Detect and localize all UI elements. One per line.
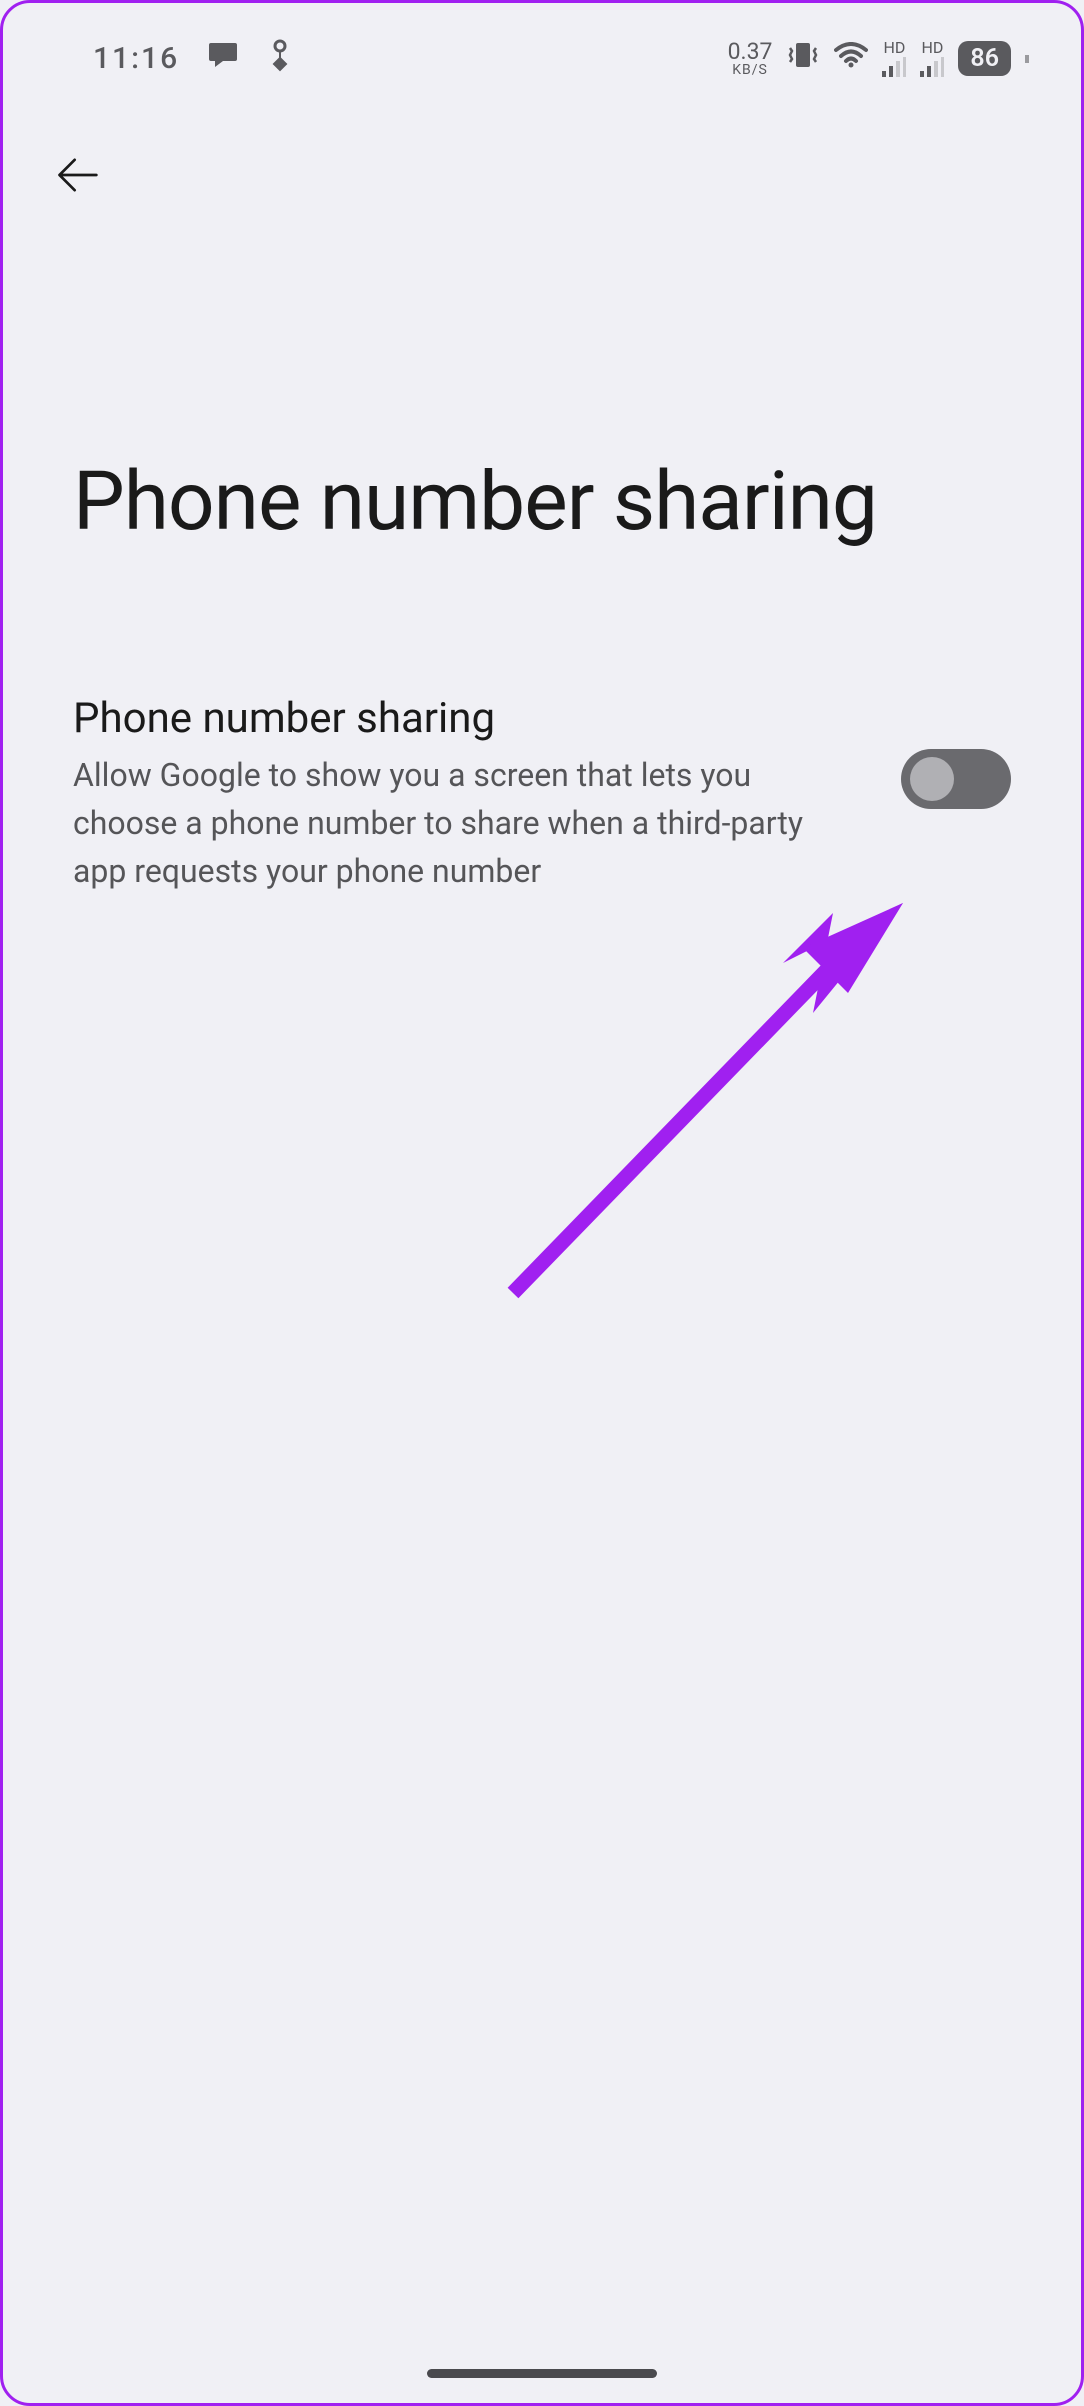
- vibrate-icon: [786, 40, 820, 77]
- signal-1: HD: [882, 40, 906, 77]
- battery-tip-icon: [1025, 52, 1031, 66]
- back-button[interactable]: [53, 149, 1031, 205]
- setting-description: Allow Google to show you a screen that l…: [73, 751, 861, 895]
- location-icon: [267, 38, 293, 79]
- status-bar: 11:16 0.37 KB/S HD HD 86: [3, 3, 1081, 109]
- setting-phone-number-sharing[interactable]: Phone number sharing Allow Google to sho…: [3, 599, 1081, 915]
- status-time: 11:16: [93, 41, 179, 76]
- chat-icon: [207, 41, 239, 76]
- setting-text: Phone number sharing Allow Google to sho…: [73, 694, 861, 895]
- battery-level: 86: [958, 41, 1011, 76]
- data-rate: 0.37 KB/S: [728, 40, 773, 77]
- annotation-arrow: [503, 903, 943, 1307]
- status-left: 11:16: [93, 38, 293, 79]
- page-title: Phone number sharing: [3, 225, 1081, 599]
- setting-title: Phone number sharing: [73, 694, 861, 743]
- toggle-switch[interactable]: [901, 749, 1011, 809]
- arrow-left-icon: [53, 149, 105, 201]
- wifi-icon: [834, 42, 868, 75]
- navigation-handle[interactable]: [427, 2369, 657, 2378]
- status-right: 0.37 KB/S HD HD 86: [728, 40, 1031, 77]
- app-bar: [3, 109, 1081, 225]
- signal-2: HD: [920, 40, 944, 77]
- toggle-knob: [910, 757, 954, 801]
